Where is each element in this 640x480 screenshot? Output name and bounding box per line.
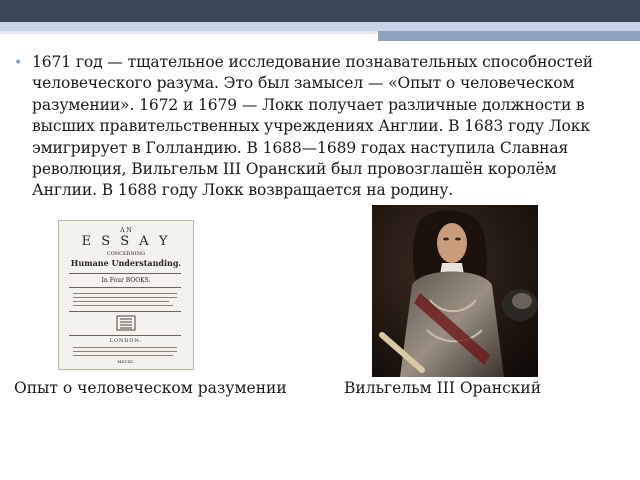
header-bar [0, 0, 640, 22]
printer-ornament-icon [116, 315, 136, 331]
main-paragraph: 1671 год — тщательное исследование позна… [32, 53, 593, 200]
text-line [73, 351, 177, 352]
header-stripe-thin [0, 31, 378, 34]
portrait-caption: Вильгельм III Оранский [344, 379, 542, 397]
title-year: MDCXC. [117, 359, 135, 364]
rule [69, 287, 181, 288]
title-london: LONDON: [109, 338, 143, 344]
title-an: A N [120, 227, 132, 234]
slide-body: • 1671 год — тщательное исследование поз… [14, 52, 604, 202]
text-line [73, 297, 177, 298]
title-concerning: CONCERNING [106, 251, 146, 257]
text-line [73, 355, 173, 356]
rule [69, 335, 181, 336]
title-essay: E S S A Y [81, 234, 171, 249]
title-books: In Four BOOKS. [101, 277, 151, 284]
bullet-item: • 1671 год — тщательное исследование поз… [14, 52, 604, 202]
book-caption: Опыт о человеческом разумении [14, 379, 287, 397]
essay-title-page-image: A N E S S A Y CONCERNING Humane Understa… [58, 220, 194, 370]
header-stripe [0, 22, 640, 31]
rule [69, 273, 181, 274]
rule [69, 311, 181, 312]
text-line [73, 293, 177, 294]
text-line [73, 347, 177, 348]
title-subject: Humane Understanding. [70, 258, 182, 268]
text-line [73, 301, 169, 302]
text-line [73, 305, 173, 306]
william-iii-portrait-image [372, 205, 538, 377]
header-accent [378, 31, 640, 41]
bullet-icon: • [14, 55, 23, 71]
